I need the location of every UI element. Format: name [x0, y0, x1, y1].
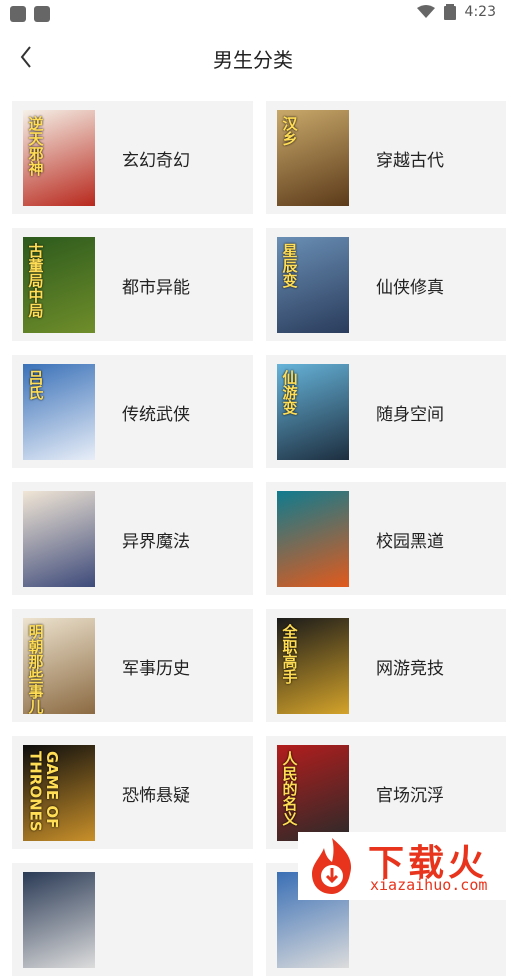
category-card[interactable]: 吕氏传统武侠	[12, 355, 253, 468]
category-card[interactable]: 逆天邪神玄幻奇幻	[12, 101, 253, 214]
book-cover-image: 全职高手	[277, 618, 349, 714]
category-label: 都市异能	[122, 278, 190, 298]
category-card[interactable]: 全职高手网游竞技	[266, 609, 506, 722]
category-label: 校园黑道	[376, 532, 444, 552]
page-title: 男生分类	[213, 48, 293, 72]
book-cover-title: 明朝那些事儿	[26, 624, 45, 714]
category-label: 仙侠修真	[376, 278, 444, 298]
notification-bag-icon	[10, 6, 26, 22]
watermark-logo: 下载火 xiazaihuo.com	[298, 832, 506, 900]
category-card[interactable]: 校园黑道	[266, 482, 506, 595]
book-cover-title: 吕氏	[26, 370, 45, 400]
book-cover-title: 逆天邪神	[26, 116, 45, 176]
notification-app-icon	[34, 6, 50, 22]
book-cover-image: 吕氏	[23, 364, 95, 460]
book-cover-title: 汉乡	[280, 116, 299, 146]
category-label: 传统武侠	[122, 405, 190, 425]
book-cover-title: 古董局中局	[26, 243, 45, 318]
category-card[interactable]: 古董局中局 都市异能	[12, 228, 253, 341]
flame-logo-icon	[312, 838, 352, 894]
category-label: 恐怖悬疑	[122, 786, 190, 806]
category-label: 随身空间	[376, 405, 444, 425]
book-cover-image: GAME OF THRONES	[23, 745, 95, 841]
category-label: 网游竞技	[376, 659, 444, 679]
category-label: 穿越古代	[376, 151, 444, 171]
category-label: 异界魔法	[122, 532, 190, 552]
category-card[interactable]: GAME OF THRONES 恐怖悬疑	[12, 736, 253, 849]
category-card[interactable]: 仙游变随身空间	[266, 355, 506, 468]
status-right: 4:23	[416, 4, 496, 20]
category-card[interactable]: 星辰变仙侠修真	[266, 228, 506, 341]
category-card[interactable]: 汉乡穿越古代	[266, 101, 506, 214]
book-cover-image: 汉乡	[277, 110, 349, 206]
category-card[interactable]: 异界魔法	[12, 482, 253, 595]
category-label: 军事历史	[122, 659, 190, 679]
category-label: 官场沉浮	[376, 786, 444, 806]
battery-icon	[443, 4, 456, 20]
watermark-url: xiazaihuo.com	[370, 876, 488, 894]
notification-icons	[10, 6, 50, 22]
book-cover-title: GAME OF THRONES	[26, 751, 62, 832]
book-cover-image: 星辰变	[277, 237, 349, 333]
book-cover-image: 逆天邪神	[23, 110, 95, 206]
book-cover-image: 仙游变	[277, 364, 349, 460]
status-bar: 4:23	[0, 0, 506, 28]
app-header: 男生分类	[0, 28, 506, 86]
book-cover-image: 古董局中局	[23, 237, 95, 333]
book-cover-title: 全职高手	[280, 624, 299, 684]
book-cover-image: 明朝那些事儿	[23, 618, 95, 714]
status-time: 4:23	[464, 4, 496, 20]
book-cover-title: 人民的名义	[280, 751, 299, 826]
book-cover-image	[23, 491, 95, 587]
category-card[interactable]: 明朝那些事儿 军事历史	[12, 609, 253, 722]
book-cover-title: 仙游变	[280, 370, 299, 415]
book-cover-image: 人民的名义	[277, 745, 349, 841]
category-label: 玄幻奇幻	[122, 151, 190, 171]
category-card[interactable]	[12, 863, 253, 976]
book-cover-title: 星辰变	[280, 243, 299, 288]
book-cover-image	[277, 491, 349, 587]
wifi-icon	[416, 5, 435, 18]
book-cover-image	[23, 872, 95, 968]
